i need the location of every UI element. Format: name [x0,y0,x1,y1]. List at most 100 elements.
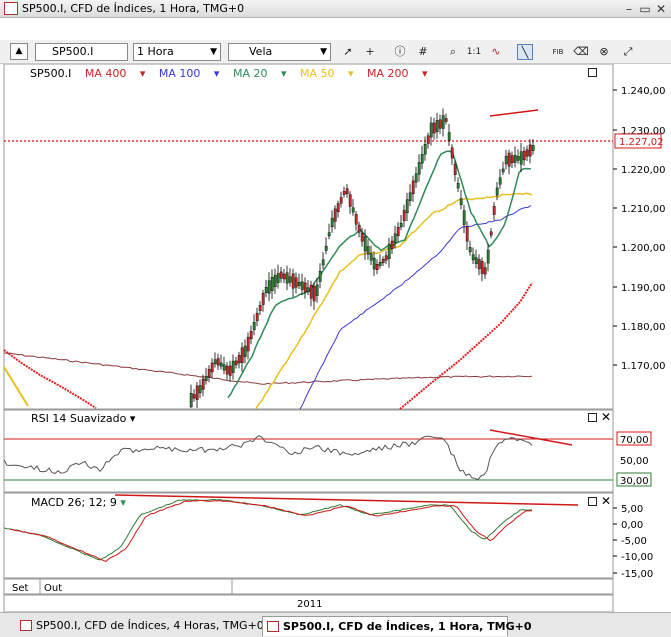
candle-bull [321,259,325,266]
candle-bear [258,305,262,312]
candle-bull [276,273,280,283]
candle-bear [483,267,487,275]
candle-bear [477,259,481,270]
chart-style-select[interactable]: Vela ▼ [228,43,331,61]
indicator-icon[interactable]: ∿ [488,44,504,60]
clear-icon[interactable]: ⊗ [596,44,612,60]
candle-bear [216,358,220,366]
candle-bull [288,276,292,283]
crosshair-icon[interactable]: + [362,44,378,60]
macd-tick-label: 0,00 [621,520,643,531]
candle-bull [366,246,370,255]
candle-bull [222,364,226,371]
candle-bear [336,203,340,213]
rsi-label[interactable]: RSI 14 Suavizado ▾ [31,412,135,425]
eraser-icon[interactable]: ⌫ [573,44,589,60]
candle-bull [399,222,403,228]
legend-ma100[interactable]: MA 100 ▾ [159,67,220,80]
tab-4-hours[interactable]: SP500.I, CFD de Índices, 4 Horas, TMG+0 [16,616,264,636]
candle-bull [351,207,355,213]
candle-bull [405,199,409,214]
rsi-tick-label: 70,00 [620,435,649,446]
candle-bull [474,257,478,264]
info-icon[interactable]: ⓘ [392,44,408,60]
chart-tab-icon [267,621,279,632]
candle-bear [282,273,286,280]
candle-bull [318,271,322,282]
tab-1-hour[interactable]: SP500.I, CFD de Índices, 1 Hora, TMG+0 [262,616,532,636]
candle-bear [444,118,448,122]
expand-icon[interactable]: ⤢ [620,44,636,60]
legend-ma20[interactable]: MA 20 ▾ [233,67,287,80]
legend-ma200[interactable]: MA 200 ▾ [367,67,428,80]
legend-ma50[interactable]: MA 50 ▾ [300,67,354,80]
line-tool-icon[interactable]: ╲ [517,44,533,60]
candle-bear [339,197,343,204]
candle-bear [291,273,295,289]
chart-tab-icon [20,620,32,631]
maximize-icon[interactable]: ▭ [638,2,652,16]
chevron-down-icon: ▼ [210,47,217,57]
candle-bull [519,151,523,165]
window-title: SP500.I, CFD de Índices, 1 Hora, TMG+0 [22,2,245,15]
candle-bear [384,255,388,261]
zoom-icon[interactable]: ⌕ [445,44,461,60]
candle-bull [213,359,217,365]
scroll-up-button[interactable]: ▲ [10,43,28,60]
candle-bear [192,394,196,399]
candle-bull [300,281,304,290]
minimize-icon[interactable]: – [622,2,636,16]
candle-bull [429,122,433,138]
candle-bear [294,277,298,288]
close-macd-icon[interactable]: ✕ [601,495,611,507]
candle-bear [357,224,361,233]
maximize-macd-pane-button[interactable] [588,497,597,506]
legend-symbol[interactable]: SP500.I [30,67,71,80]
candle-bear [342,191,346,195]
year-label: 2011 [297,599,322,610]
candle-bull [219,362,223,367]
cursor-icon[interactable]: ➚ [340,44,356,60]
candle-bear [522,150,526,161]
close-rsi-icon[interactable]: ✕ [601,411,611,423]
macd-label[interactable]: MACD 26; 12; 9 ▾ [31,496,126,509]
candle-bull [297,282,301,286]
macd-tick-label: -5,00 [621,536,647,547]
price-tick-label: 1.210,00 [621,204,666,215]
candle-bull [252,322,256,331]
candle-bear [234,360,238,366]
candle-bull [408,192,412,201]
price-tick-label: 1.220,00 [621,165,666,176]
candle-bear [207,369,211,378]
window-title-bar: SP500.I, CFD de Índices, 1 Hora, TMG+0 –… [0,0,671,18]
candle-bull [468,247,472,253]
macd-tick-label: 5,00 [621,504,643,515]
candle-bull [393,233,397,243]
candle-bear [240,347,244,363]
fibonacci-button[interactable]: FIB [550,44,566,60]
candle-bear [525,149,529,157]
one-to-one-button[interactable]: 1:1 [466,44,482,60]
candle-bull [285,272,289,284]
candle-bull [501,168,505,173]
candle-bear [453,163,457,175]
candle-bull [363,236,367,252]
close-icon[interactable]: ✕ [654,2,668,16]
chart-app-icon [4,2,18,15]
maximize-price-pane-button[interactable] [588,68,597,77]
rsi-tick-label: 30,00 [620,476,649,487]
symbol-selector[interactable]: SP500.I [35,43,128,61]
candle-bull [306,287,310,292]
candle-bull [462,210,466,225]
candle-bull [504,155,508,165]
candle-bull [414,173,418,183]
chart-area[interactable]: 1.240,001.230,001.220,001.210,001.200,00… [0,64,671,612]
maximize-rsi-pane-button[interactable] [588,413,597,422]
candle-bull [315,284,319,296]
legend-ma400[interactable]: MA 400 ▾ [85,67,146,80]
grid-icon[interactable]: # [415,44,431,60]
timeframe-select[interactable]: 1 Hora ▼ [133,43,221,61]
candle-bull [198,385,202,394]
candle-bull [435,120,439,132]
candle-bear [279,271,283,279]
